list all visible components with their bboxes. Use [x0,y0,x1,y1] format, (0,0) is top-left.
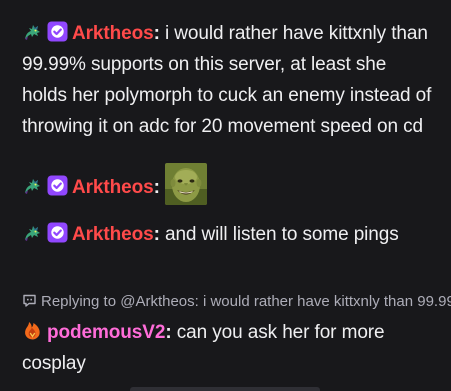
dragon-icon[interactable] [22,175,43,196]
username[interactable]: podemousV2 [47,322,165,343]
verified-check-icon[interactable] [47,175,68,196]
reply-bubble-icon [22,293,37,308]
dragon-icon[interactable] [22,21,43,42]
username[interactable]: Arktheos [72,23,154,44]
dragon-icon[interactable] [22,222,43,243]
smiling-ogre-emote[interactable] [164,163,207,205]
username[interactable]: Arktheos [72,224,154,245]
flame-logo-icon[interactable] [22,320,43,341]
chat-message: Arktheos: and will listen to some pings [22,219,432,250]
username[interactable]: Arktheos [72,177,154,198]
reply-text: Replying to @Arktheos: i would rather ha… [41,293,451,310]
scroll-indicator[interactable] [130,387,320,391]
verified-check-icon[interactable] [47,21,68,42]
chat-message: Arktheos: [22,163,432,211]
reply-context[interactable]: Replying to @Arktheos: i would rather ha… [22,291,451,313]
chat-log: Arktheos: i would rather have kittxnly t… [0,0,451,391]
username-colon: : [153,177,160,199]
chat-message: Arktheos: i would rather have kittxnly t… [22,18,432,142]
message-text: and will listen to some pings [159,224,399,245]
chat-message: podemousV2: can you ask her for more cos… [22,317,432,379]
verified-check-icon[interactable] [47,222,68,243]
